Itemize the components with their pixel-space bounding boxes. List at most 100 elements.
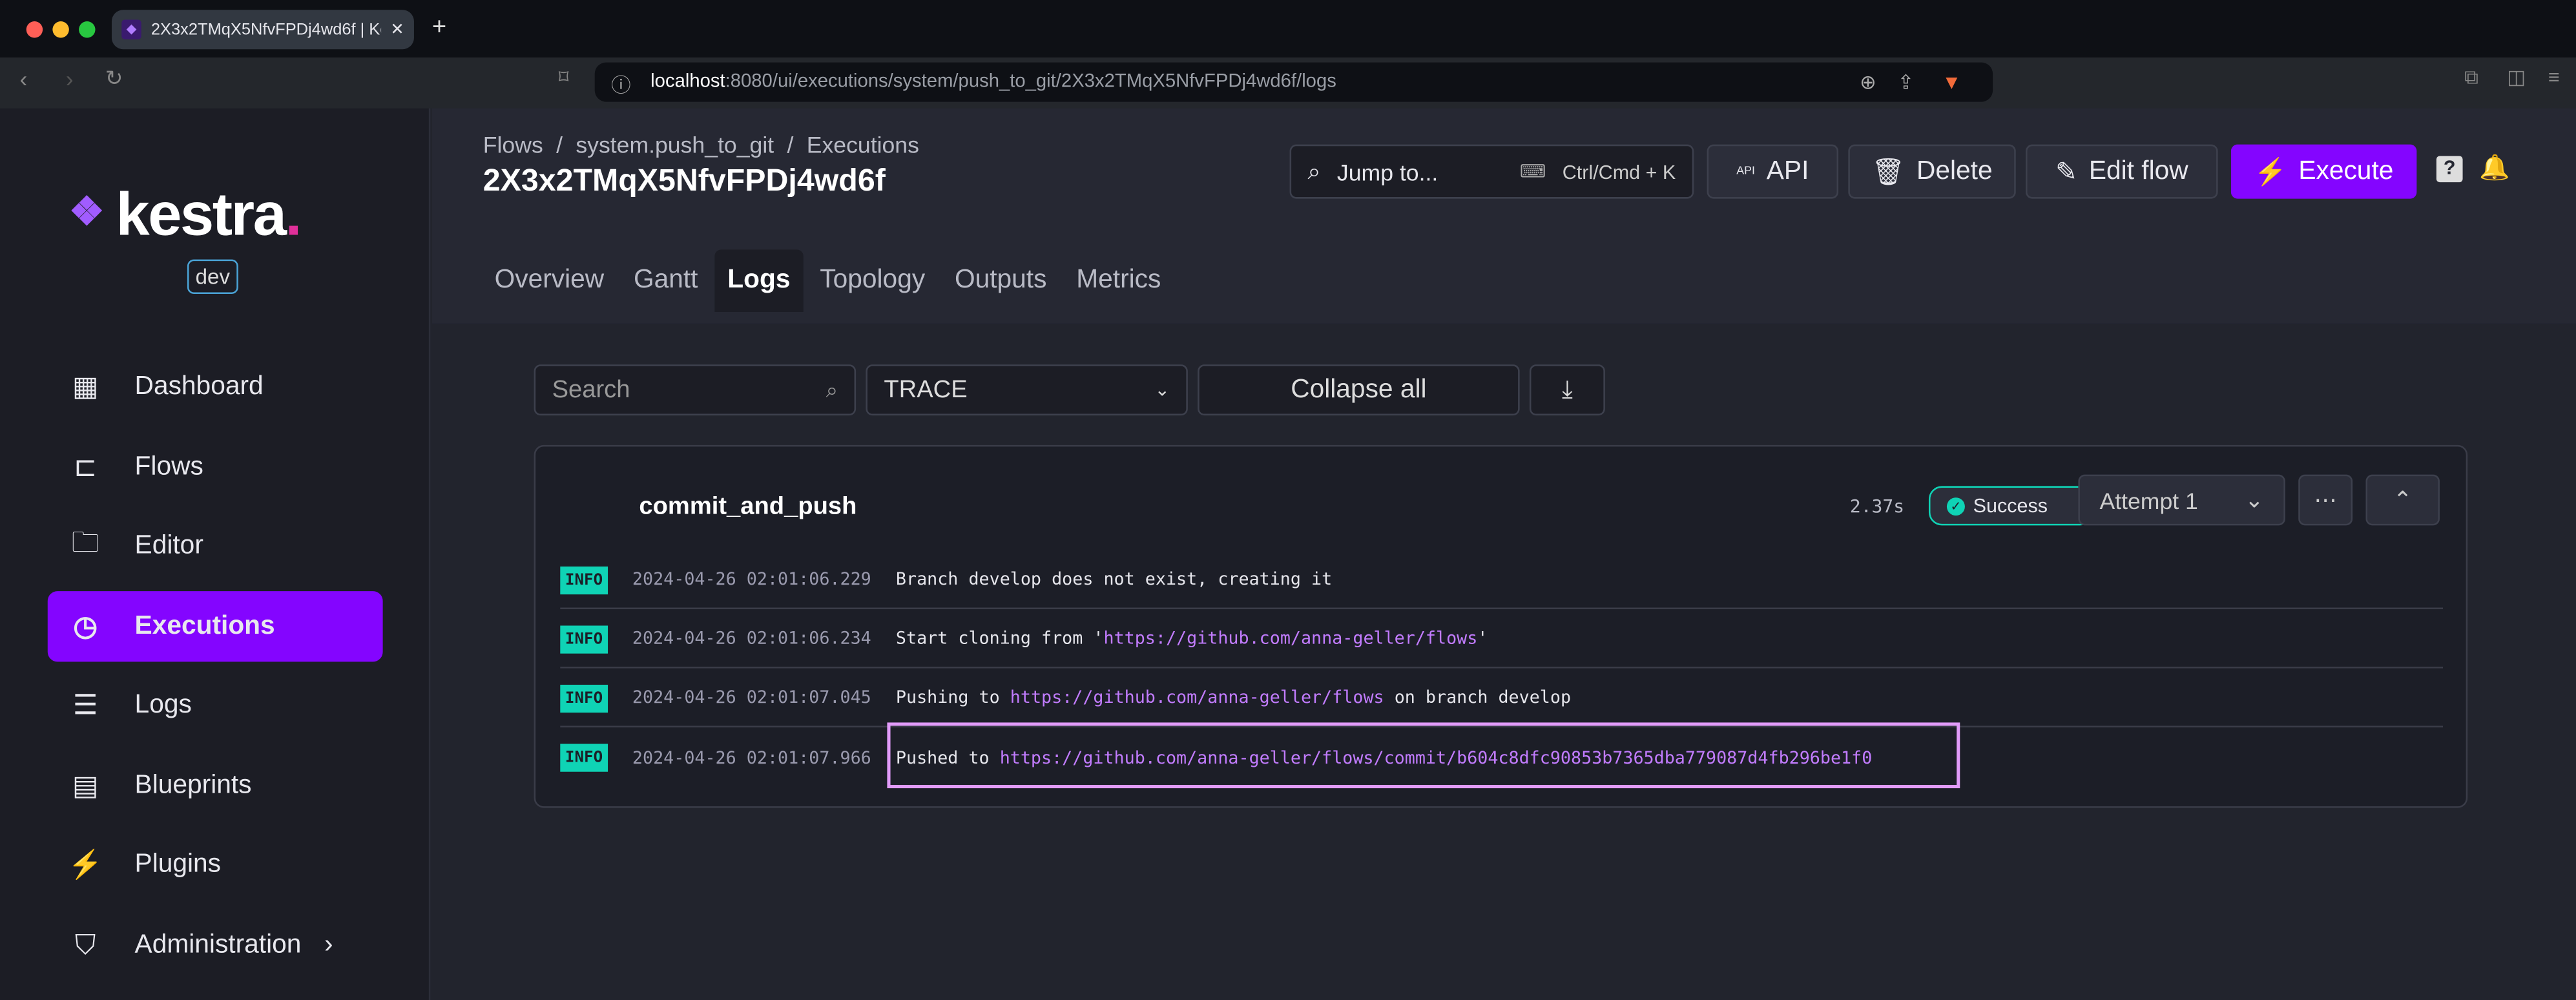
log-level-badge: INFO — [560, 744, 608, 772]
reload-icon[interactable]: ↻ — [105, 66, 123, 92]
log-level-badge: INFO — [560, 625, 608, 653]
edit-flow-button[interactable]: ✎ Edit flow — [2026, 144, 2218, 199]
breadcrumb-executions[interactable]: Executions — [807, 131, 919, 158]
sidebar-item-label: Plugins — [134, 849, 222, 878]
maximize-window-button[interactable] — [79, 21, 96, 38]
tab-gantt[interactable]: Gantt — [621, 249, 711, 312]
url-path: :8080/ui/executions/system/push_to_git/2… — [725, 72, 1336, 92]
zoom-icon[interactable]: ⊕ — [1860, 70, 1876, 94]
download-button[interactable]: ⤓ — [1529, 364, 1605, 416]
close-tab-icon[interactable]: ✕ — [390, 21, 404, 39]
logo-text: kestra — [116, 180, 287, 248]
shield-icon: ⛉ — [75, 928, 96, 960]
log-row: INFO 2024-04-26 02:01:06.234 Start cloning… — [560, 611, 2444, 669]
lightning-icon: ⚡ — [2254, 158, 2287, 187]
api-button[interactable]: API API — [1707, 144, 1839, 199]
browser-tab[interactable]: ◆ 2X3x2TMqX5NfvFPDj4wd6f | Kestra ✕ — [111, 10, 414, 50]
sidebar-item-label: Administration — [134, 930, 302, 959]
more-options-button[interactable]: ⋯ — [2298, 474, 2353, 526]
tab-overview[interactable]: Overview — [481, 249, 617, 312]
delete-button[interactable]: 🗑 Delete — [1848, 144, 2016, 199]
sidebar-item-executions[interactable]: ◷ Executions — [47, 591, 383, 662]
extensions-icon[interactable]: ⧉ — [2464, 66, 2478, 90]
tab-metrics[interactable]: Metrics — [1063, 249, 1174, 312]
sidebar-item-editor[interactable]: 🗀 Editor — [48, 511, 383, 581]
plugin-icon: ⚡ — [68, 848, 103, 880]
collapse-task-button[interactable]: ⌃ — [2365, 474, 2440, 526]
blueprints-icon: ▤ — [72, 769, 99, 801]
log-message: Start cloning from 'https://github.com/a… — [896, 629, 1488, 649]
attempt-select[interactable]: Attempt 1 ⌄ — [2078, 474, 2285, 526]
tab-title: 2X3x2TMqX5NfvFPDj4wd6f | Kestra — [151, 20, 380, 39]
sidebar-toggle-icon[interactable]: ◫ — [2507, 66, 2526, 89]
log-level-select[interactable]: TRACE ⌄ — [866, 364, 1188, 416]
kestra-favicon-icon: ◆ — [121, 19, 141, 40]
jump-label: Jump to... — [1336, 158, 1439, 185]
log-timestamp: 2024-04-26 02:01:07.966 — [632, 747, 871, 768]
page-title: 2X3x2TMqX5NfvFPDj4wd6f — [483, 164, 886, 199]
brave-shield-icon[interactable]: ▼ — [1942, 70, 1961, 94]
sidebar-item-dashboard[interactable]: ▦ Dashboard — [48, 351, 383, 422]
sidebar-item-flows[interactable]: ⊏ Flows — [48, 432, 383, 503]
log-text: Pushing to — [895, 688, 1010, 708]
more-icon: ⋯ — [2314, 486, 2337, 513]
search-icon: ⌕ — [826, 377, 838, 402]
tab-topology[interactable]: Topology — [807, 249, 939, 312]
search-input[interactable]: Search ⌕ — [534, 364, 857, 416]
task-name: commit_and_push — [639, 492, 857, 521]
task-duration: 2.37s — [1849, 495, 1905, 517]
log-level-badge: INFO — [560, 683, 608, 712]
sidebar-item-logs[interactable]: ☰ Logs — [48, 670, 383, 740]
site-info-icon[interactable]: ⓘ — [611, 70, 631, 98]
execute-label: Execute — [2298, 156, 2394, 185]
tab-outputs[interactable]: Outputs — [942, 249, 1060, 312]
log-link[interactable]: https://github.com/anna-geller/flows — [1103, 629, 1477, 649]
help-icon[interactable]: ? — [2436, 156, 2463, 183]
breadcrumb-flows[interactable]: Flows — [483, 131, 543, 158]
sidebar-item-blueprints[interactable]: ▤ Blueprints — [48, 751, 383, 821]
log-text: Branch develop does not exist, creating … — [895, 570, 1333, 590]
flows-icon: ⊏ — [74, 450, 98, 483]
log-timestamp: 2024-04-26 02:01:07.045 — [632, 688, 871, 708]
sidebar-item-label: Flows — [134, 452, 203, 481]
sidebar-item-label: Editor — [134, 531, 203, 559]
log-timestamp: 2024-04-26 02:01:06.234 — [632, 629, 871, 649]
status-badge: ✓ Success — [1928, 486, 2093, 526]
log-text: Start cloning from ' — [895, 629, 1104, 649]
bookmark-icon[interactable]: ⌑ — [559, 66, 569, 89]
folder-icon: 🗀 — [71, 526, 99, 559]
log-link[interactable]: https://github.com/anna-geller/flows — [1010, 688, 1384, 708]
sidebar-item-plugins[interactable]: ⚡ Plugins — [48, 829, 383, 900]
bell-icon[interactable]: 🔔 — [2479, 152, 2510, 182]
collapse-all-button[interactable]: Collapse all — [1198, 364, 1520, 416]
menu-icon[interactable]: ≡ — [2548, 66, 2560, 89]
highlight-box — [887, 722, 1960, 789]
log-row: INFO 2024-04-26 02:01:07.045 Pushing to ht… — [560, 670, 2444, 728]
jump-to-button[interactable]: ⌕ Jump to... ⌨ Ctrl/Cmd + K — [1289, 144, 1694, 199]
chevron-down-icon: ⌄ — [1154, 380, 1170, 401]
execute-button[interactable]: ⚡ Execute — [2230, 144, 2417, 199]
download-icon: ⤓ — [1561, 376, 1573, 404]
tab-logs[interactable]: Logs — [714, 249, 804, 312]
minimize-window-button[interactable] — [52, 21, 69, 38]
trash-icon: 🗑 — [1871, 158, 1906, 187]
log-message: Branch develop does not exist, creating … — [896, 570, 1332, 590]
log-level-value: TRACE — [884, 376, 968, 404]
sidebar-item-administration[interactable]: ⛉ Administration › — [48, 910, 383, 980]
forward-icon[interactable]: › — [66, 66, 74, 92]
logs-icon: ☰ — [72, 689, 98, 720]
kestra-logo[interactable]: ❖ kestra. — [69, 180, 302, 250]
env-badge: dev — [187, 259, 238, 295]
new-tab-icon[interactable]: + — [432, 13, 446, 41]
log-text: on branch develop — [1384, 688, 1572, 708]
share-icon[interactable]: ⇪ — [1898, 70, 1915, 94]
url-bar[interactable]: ⓘ localhost:8080/ui/executions/system/pus… — [594, 62, 1993, 102]
breadcrumb-flow[interactable]: system.push_to_git — [576, 131, 774, 158]
api-label: API — [1766, 156, 1809, 185]
back-icon[interactable]: ‹ — [20, 66, 28, 92]
close-window-button[interactable] — [26, 21, 43, 38]
chevron-right-icon: › — [324, 930, 333, 959]
sidebar-item-label: Dashboard — [134, 371, 264, 400]
sidebar-item-label: Logs — [134, 690, 192, 719]
chevron-up-icon: ⌃ — [2393, 486, 2413, 513]
